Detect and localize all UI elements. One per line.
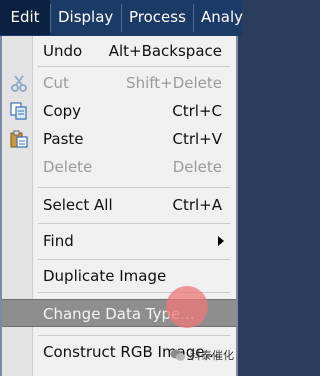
cut-shortcut: Shift+Delete <box>126 74 222 92</box>
undo-label: Undo <box>43 42 83 60</box>
menu-separator <box>38 187 230 188</box>
watermark-text: 科泰催化 <box>190 349 234 362</box>
paste-icon <box>10 130 28 148</box>
menu-item-find[interactable]: Find <box>2 227 236 255</box>
menu-item-duplicate-image[interactable]: Duplicate Image <box>2 262 236 290</box>
menu-item-paste[interactable]: Paste Ctrl+V <box>2 125 236 153</box>
menubar-divider <box>121 4 122 32</box>
delete-shortcut: Delete <box>172 158 222 176</box>
menu-item-cut[interactable]: Cut Shift+Delete <box>2 69 236 97</box>
menu-separator <box>38 66 230 67</box>
copy-shortcut: Ctrl+C <box>172 102 222 120</box>
menu-separator <box>38 223 230 224</box>
scissors-icon <box>11 75 27 92</box>
menu-item-undo[interactable]: Undo Alt+Backspace <box>2 37 236 65</box>
watermark: 科泰催化 <box>170 347 234 363</box>
select-all-label: Select All <box>43 196 113 214</box>
undo-shortcut: Alt+Backspace <box>108 42 222 60</box>
menu-edit-label: Edit <box>10 8 40 26</box>
copy-icon <box>10 102 27 120</box>
cut-label: Cut <box>43 74 69 92</box>
submenu-arrow-icon <box>218 236 224 246</box>
menu-edit[interactable]: Edit <box>0 0 50 35</box>
menu-bar: Edit Display Process Analy <box>0 0 243 36</box>
select-all-shortcut: Ctrl+A <box>172 196 222 214</box>
menu-separator <box>38 335 230 336</box>
menu-process[interactable]: Process <box>129 0 186 35</box>
menu-display-label: Display <box>58 8 114 26</box>
menu-item-copy[interactable]: Copy Ctrl+C <box>2 97 236 125</box>
menu-analyze-label: Analy <box>201 8 244 26</box>
duplicate-label: Duplicate Image <box>43 267 167 285</box>
find-label: Find <box>43 232 74 250</box>
copy-label: Copy <box>43 102 82 120</box>
paste-shortcut: Ctrl+V <box>172 130 222 148</box>
menu-display[interactable]: Display <box>58 0 113 35</box>
menu-analyze[interactable]: Analy <box>201 0 243 35</box>
menu-item-select-all[interactable]: Select All Ctrl+A <box>2 191 236 219</box>
menubar-divider <box>50 4 51 32</box>
menu-process-label: Process <box>129 8 186 26</box>
menubar-divider <box>193 4 194 32</box>
edit-dropdown-menu: Undo Alt+Backspace Cut Shift+Delete Copy… <box>0 36 238 376</box>
wechat-logo-icon <box>170 349 185 361</box>
paste-label: Paste <box>43 130 84 148</box>
menu-separator <box>38 259 230 260</box>
menu-item-delete[interactable]: Delete Delete <box>2 153 236 181</box>
delete-label: Delete <box>43 158 93 176</box>
click-indicator <box>166 286 208 328</box>
